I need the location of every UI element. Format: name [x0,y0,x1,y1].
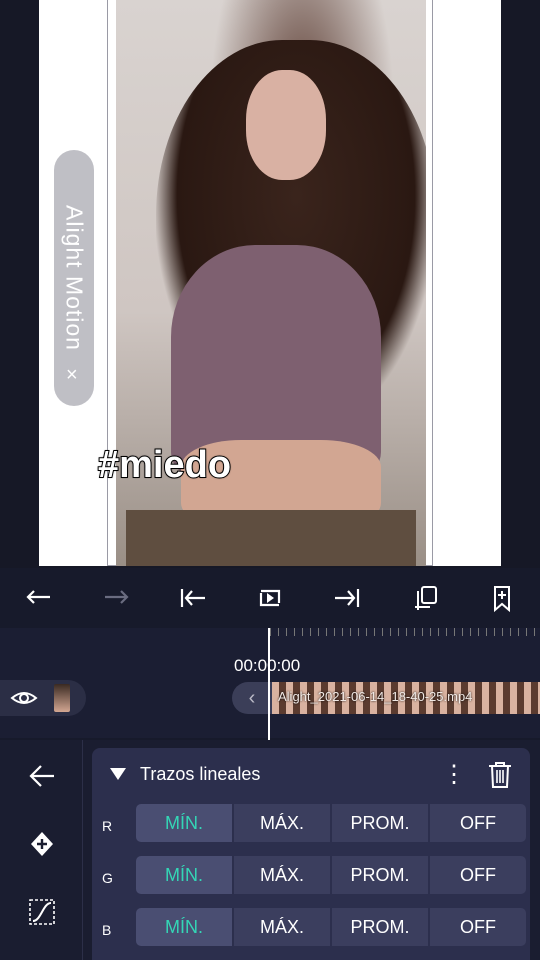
playhead[interactable] [268,628,270,740]
watermark-close-icon[interactable]: × [66,364,78,387]
redo-icon[interactable] [96,578,136,618]
hashtag-caption: #miedo [97,443,232,487]
time-ruler[interactable] [270,628,540,648]
channel-r-options: MÍN. MÁX. PROM. OFF [136,804,526,842]
preview-area: Alight Motion × #miedo [0,0,540,568]
watermark-badge[interactable]: Alight Motion × [54,150,94,406]
clip-name: Alight_2021-06-14_18-40-25.mp4 [278,689,473,704]
timeline[interactable]: 00:00:00 ‹ Alight_2021-06-14_18-40-25.mp… [0,628,540,740]
side-toolbar [0,740,83,960]
channel-label-b: B [102,922,112,938]
trash-icon[interactable] [486,760,514,790]
option-max-b[interactable]: MÁX. [234,908,330,946]
keyframe-add-icon[interactable] [20,822,64,866]
option-min-g[interactable]: MÍN. [136,856,232,894]
option-avg-b[interactable]: PROM. [332,908,428,946]
easing-curve-icon[interactable] [20,890,64,934]
jump-end-icon[interactable] [327,578,367,618]
channel-label-g: G [102,870,113,886]
back-arrow-icon[interactable] [20,754,64,798]
option-off-b[interactable]: OFF [430,908,526,946]
channel-b-options: MÍN. MÁX. PROM. OFF [136,908,526,946]
option-min-r[interactable]: MÍN. [136,804,232,842]
option-off-g[interactable]: OFF [430,856,526,894]
video-clip[interactable]: Alight_2021-06-14_18-40-25.mp4 [272,682,540,714]
option-off-r[interactable]: OFF [430,804,526,842]
playback-toolbar [0,578,540,620]
undo-icon[interactable] [19,578,59,618]
loop-play-icon[interactable] [250,578,290,618]
effect-editor: Trazos lineales ⋮ R MÍN. MÁX. PROM. OFF … [0,740,540,960]
option-avg-r[interactable]: PROM. [332,804,428,842]
effect-panel: Trazos lineales ⋮ R MÍN. MÁX. PROM. OFF … [92,748,530,960]
clip-collapse-button[interactable]: ‹ [232,682,272,714]
copy-frame-icon[interactable] [406,578,446,618]
option-max-g[interactable]: MÁX. [234,856,330,894]
effect-title: Trazos lineales [140,764,261,784]
watermark-text: Alight Motion [61,205,88,351]
more-options-icon[interactable]: ⋮ [442,760,466,789]
option-avg-g[interactable]: PROM. [332,856,428,894]
subject-skirt [126,510,416,566]
collapse-caret-icon[interactable] [110,768,126,780]
channel-g-options: MÍN. MÁX. PROM. OFF [136,856,526,894]
subject-face [246,70,326,180]
layer-controls [0,680,86,716]
option-max-r[interactable]: MÁX. [234,804,330,842]
channel-label-r: R [102,818,113,834]
eye-icon[interactable] [10,688,38,708]
option-min-b[interactable]: MÍN. [136,908,232,946]
bookmark-add-icon[interactable] [482,578,522,618]
jump-start-icon[interactable] [173,578,213,618]
layer-thumbnail[interactable] [54,684,70,712]
